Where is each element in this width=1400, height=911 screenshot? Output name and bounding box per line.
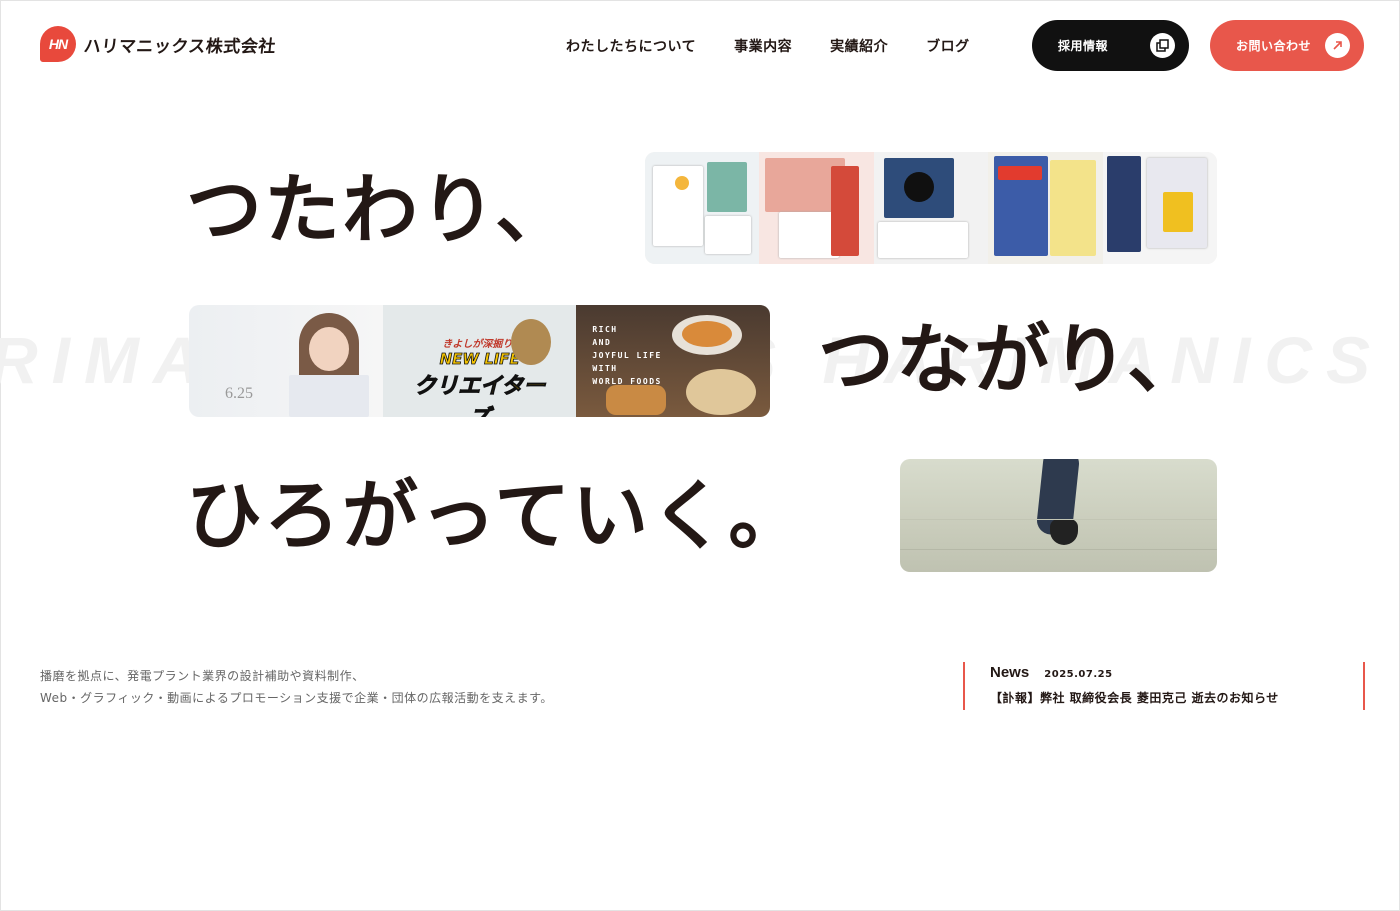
hero-image-running	[900, 459, 1217, 572]
contact-button-label: お問い合わせ	[1236, 39, 1312, 53]
news-title-link[interactable]: 【訃報】弊社 取締役会長 菱田克己 逝去のお知らせ	[990, 689, 1363, 706]
news-box[interactable]: News 2025.07.25 【訃報】弊社 取締役会長 菱田克己 逝去のお知ら…	[963, 662, 1365, 710]
page-frame	[0, 0, 1400, 911]
hero-headline-line2: つながり、	[818, 315, 1205, 404]
company-name: ハリマニックス株式会社	[82, 36, 277, 57]
hero-image-print-works	[645, 152, 1217, 264]
hero-headline-line3: ひろがっていく。	[186, 471, 807, 560]
company-intro: 播磨を拠点に、発電プラント業界の設計補助や資料制作、 Web・グラフィック・動画…	[40, 665, 553, 709]
hero-headline-line1: つたわり、	[186, 165, 573, 254]
recruit-button-label: 採用情報	[1058, 39, 1109, 53]
news-label: News	[990, 664, 1030, 681]
news-date: 2025.07.25	[1044, 669, 1113, 680]
nav-services[interactable]: 事業内容	[734, 36, 792, 56]
food-caption: RICH AND JOYFUL LIFE WITH WORLD FOODS	[592, 325, 662, 386]
intro-line1: 播磨を拠点に、発電プラント業界の設計補助や資料制作、	[40, 669, 365, 683]
site-logo[interactable]: HN ハリマニックス株式会社	[40, 26, 277, 62]
arrow-up-right-icon	[1325, 33, 1350, 58]
nav-blog[interactable]: ブログ	[926, 36, 970, 56]
recruit-button[interactable]: 採用情報	[1032, 20, 1189, 71]
logo-mark: HN	[40, 26, 76, 62]
global-nav: わたしたちについて 事業内容 実績紹介 ブログ	[566, 36, 970, 56]
banner-big-text: クリエイターズ	[414, 374, 546, 418]
intro-line2: Web・グラフィック・動画によるプロモーション支援で企業・団体の広報活動を支えま…	[40, 691, 553, 705]
contact-button[interactable]: お問い合わせ	[1210, 20, 1364, 71]
hero-image-visual-works: 6.25 きよしが深掘り! NEW LIFE クリエイターズ RICH AND …	[189, 305, 770, 417]
nav-works[interactable]: 実績紹介	[830, 36, 888, 56]
nav-about[interactable]: わたしたちについて	[566, 36, 696, 56]
external-window-icon	[1150, 33, 1175, 58]
